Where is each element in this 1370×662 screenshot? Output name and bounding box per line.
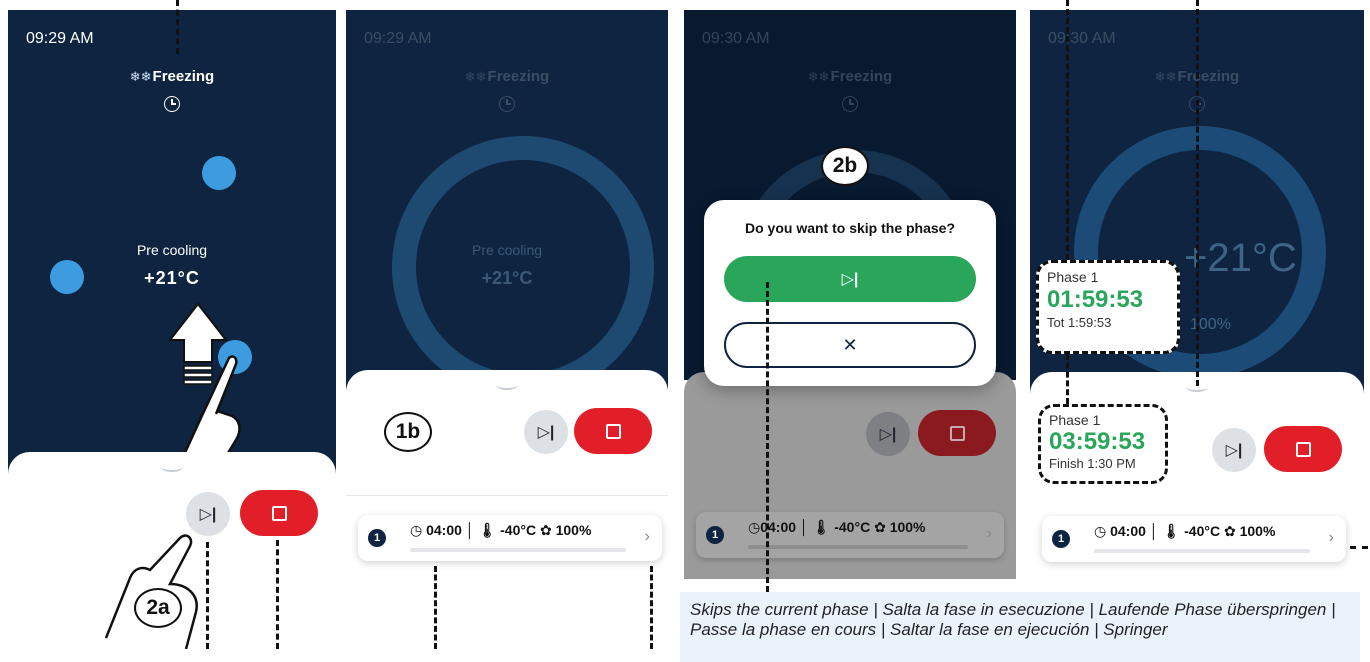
stop-icon [605, 423, 621, 439]
progress-ring [392, 136, 654, 390]
snowflake-icon: ❄❄ [807, 69, 830, 84]
step-badge-2b: 2b [821, 146, 869, 186]
callout-line [176, 0, 179, 54]
mode-label: ❄❄Freezing [464, 68, 550, 85]
phase-progress-bar [410, 548, 626, 552]
phase-values: ◷ 04:00 │ 🌡 -40°C ✿ 100% [1094, 523, 1276, 539]
inline-phase-timer: Phase 1 03:59:53 Finish 1:30 PM [1038, 404, 1168, 484]
clock-time: 09:29 AM [364, 30, 432, 47]
phase-card[interactable]: 1 ◷ 04:00 │ 🌡 -40°C ✿ 100% › [358, 515, 662, 561]
clock-time: 09:30 AM [702, 30, 770, 47]
screen-1: 09:29 AM ❄❄Freezing Pre cooling +21°C [8, 10, 336, 500]
phase-label: Phase 1 [1049, 412, 1101, 428]
snowflake-icon: ❄❄ [129, 69, 152, 84]
stop-icon [1295, 441, 1311, 457]
step-badge-1b: 1b [384, 412, 432, 452]
skip-phase-button[interactable]: ▷| [524, 410, 568, 454]
stop-button[interactable] [1264, 426, 1342, 472]
stop-button[interactable] [574, 408, 652, 454]
callout-line [276, 540, 279, 649]
phase-number: 1 [368, 529, 386, 547]
chevron-right-icon[interactable]: › [1329, 529, 1334, 547]
mode-label: ❄❄Freezing [129, 68, 215, 85]
status-label: Pre cooling [471, 242, 543, 258]
phase-number: 1 [1052, 530, 1070, 548]
phase-number: 1 [706, 526, 724, 544]
skip-phase-dialog: Do you want to skip the phase? ▷| ✕ [704, 200, 996, 386]
dim-overlay-panel: ▷| 1 ◷04:00 │ 🌡 -40°C ✿ 100% › [684, 372, 1016, 579]
caption: Skips the current phase | Salta la fase … [680, 592, 1360, 662]
total-time: Tot 1:59:53 [1047, 315, 1112, 330]
callout-line [1196, 0, 1199, 386]
chevron-right-icon[interactable]: › [987, 525, 992, 543]
timer-icon [499, 96, 515, 112]
callout-line [766, 282, 769, 592]
temperature-value: +21°C [144, 268, 200, 288]
stop-icon [949, 425, 965, 441]
snowflake-icon: ❄❄ [464, 69, 487, 84]
sheet-handle[interactable] [496, 380, 518, 390]
callout-line [1066, 354, 1069, 404]
close-icon: ✕ [842, 334, 858, 355]
skip-phase-button[interactable]: ▷| [866, 412, 910, 456]
phase-label: Phase 1 [1047, 269, 1099, 285]
temperature-value: +21°C [1184, 236, 1297, 280]
phase-progress-bar [1094, 549, 1310, 553]
divider [346, 495, 668, 496]
temperature-value: +21°C [481, 268, 533, 288]
callout-line [1066, 0, 1069, 260]
popup-phase-timer: Phase 1 01:59:53 Tot 1:59:53 [1036, 260, 1180, 354]
phase-timer: 01:59:53 [1047, 286, 1144, 313]
clock-time: 09:30 AM [1048, 30, 1116, 47]
sheet-handle[interactable] [161, 462, 183, 472]
stop-icon [271, 505, 287, 521]
screen-2: 09:29 AM ❄❄Freezing Pre cooling +21°C [346, 10, 668, 390]
confirm-skip-button[interactable]: ▷| [724, 256, 976, 302]
phase-progress-bar [748, 545, 968, 549]
snowflake-icon: ❄❄ [1154, 69, 1177, 84]
progress-dot [202, 156, 236, 190]
callout-line [1350, 546, 1368, 549]
bottom-sheet[interactable]: ▷| 1 ◷ 04:00 │ 🌡 -40°C ✿ 100% › [346, 370, 668, 649]
stop-button[interactable] [918, 410, 996, 456]
callout-line [650, 566, 653, 649]
phase-values: ◷04:00 │ 🌡 -40°C ✿ 100% [748, 519, 926, 535]
callout-line [434, 566, 437, 649]
timer-icon [842, 96, 858, 112]
bottom-sheet[interactable]: Phase 1 03:59:53 Finish 1:30 PM ▷| 1 ◷ 0… [1030, 372, 1364, 592]
chevron-right-icon[interactable]: › [645, 528, 650, 546]
phase-timer: 03:59:53 [1049, 428, 1146, 455]
phase-card[interactable]: 1 ◷ 04:00 │ 🌡 -40°C ✿ 100% › [1042, 516, 1346, 562]
mode-label: ❄❄Freezing [807, 68, 893, 85]
cancel-button[interactable]: ✕ [724, 322, 976, 368]
timer-icon [164, 96, 180, 112]
stop-button[interactable] [240, 490, 318, 536]
callout-line [206, 542, 209, 649]
step-badge-2a: 2a [134, 588, 182, 628]
skip-phase-button[interactable]: ▷| [1212, 428, 1256, 472]
dialog-question: Do you want to skip the phase? [744, 220, 956, 236]
clock-time: 09:29 AM [26, 30, 94, 47]
finish-time: Finish 1:30 PM [1049, 456, 1136, 471]
status-label: Pre cooling [136, 242, 208, 258]
phase-values: ◷ 04:00 │ 🌡 -40°C ✿ 100% [410, 522, 592, 538]
phase-card[interactable]: 1 ◷04:00 │ 🌡 -40°C ✿ 100% › [696, 512, 1004, 558]
